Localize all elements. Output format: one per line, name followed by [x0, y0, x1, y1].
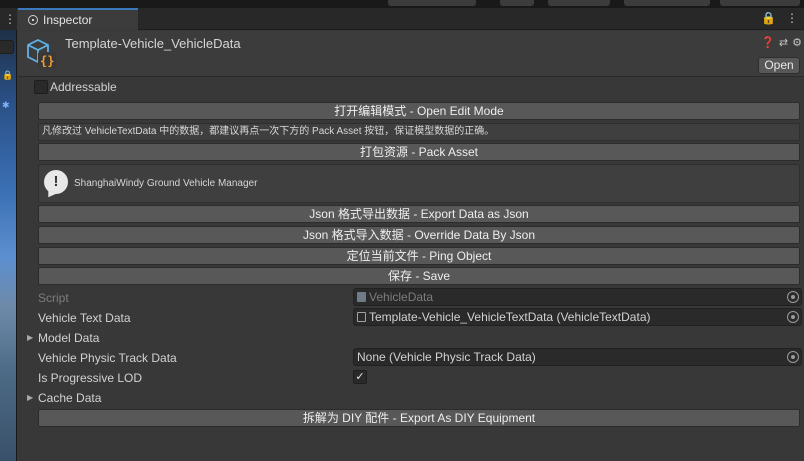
pack-asset-button[interactable]: 打包资源 - Pack Asset — [38, 143, 800, 161]
foldout-arrow-icon[interactable]: ▶ — [27, 333, 33, 342]
scene-view-edge: ⋮ 🔒 ✱ — [0, 8, 17, 461]
script-field: VehicleData — [353, 288, 802, 306]
vehicle-physic-track-field[interactable]: None (Vehicle Physic Track Data) — [353, 348, 802, 366]
override-json-button[interactable]: Json 格式导入数据 - Override Data By Json — [38, 226, 800, 244]
preset-icon[interactable]: ⇄ — [779, 36, 788, 49]
vehicle-physic-track-label: Vehicle Physic Track Data — [38, 351, 177, 365]
vehicle-text-data-field[interactable]: Template-Vehicle_VehicleTextData (Vehicl… — [353, 308, 802, 326]
tab-inspector[interactable]: Inspector — [18, 8, 138, 30]
kebab-menu-icon[interactable]: ⋮ — [4, 12, 16, 26]
is-progressive-lod-checkbox[interactable]: ✓ — [353, 370, 367, 384]
inspector-tab-bar: Inspector 🔒 ⋮ — [18, 8, 804, 30]
help-box: ! ShanghaiWindy Ground Vehicle Manager — [38, 164, 800, 203]
script-label: Script — [38, 291, 69, 305]
script-value: VehicleData — [369, 290, 434, 304]
open-button[interactable]: Open — [758, 57, 800, 74]
toolbar-button[interactable] — [720, 0, 800, 6]
toolbar-button[interactable] — [624, 0, 710, 6]
kebab-menu-icon[interactable]: ⋮ — [786, 11, 798, 25]
addressable-row: Addressable — [34, 79, 117, 95]
toolbar-button[interactable] — [388, 0, 476, 6]
lock-icon[interactable]: 🔒 — [2, 70, 13, 81]
object-picker-icon[interactable] — [787, 311, 799, 323]
foldout-arrow-icon[interactable]: ▶ — [27, 393, 33, 402]
help-text: ShanghaiWindy Ground Vehicle Manager — [74, 178, 258, 189]
svg-text:{}: {} — [40, 54, 54, 68]
object-title: Template-Vehicle_VehicleData — [65, 36, 241, 51]
info-icon — [28, 15, 38, 25]
object-picker-icon[interactable] — [787, 351, 799, 363]
scriptable-object-icon: {} — [27, 38, 56, 68]
vehicle-text-data-value: Template-Vehicle_VehicleTextData (Vehicl… — [369, 310, 651, 324]
settings-icon[interactable]: ⚙ — [792, 36, 802, 49]
search-field-edge[interactable] — [0, 40, 14, 54]
scriptable-object-icon — [357, 312, 366, 322]
is-progressive-lod-label: Is Progressive LOD — [38, 371, 143, 385]
save-button[interactable]: 保存 - Save — [38, 267, 800, 285]
editor-toolbar-strip — [0, 0, 804, 8]
tab-label: Inspector — [43, 13, 93, 27]
vehicle-text-data-label: Vehicle Text Data — [38, 311, 131, 325]
open-edit-mode-button[interactable]: 打开编辑模式 - Open Edit Mode — [38, 102, 800, 120]
export-diy-button[interactable]: 拆解为 DIY 配件 - Export As DIY Equipment — [38, 409, 800, 427]
scene-icon[interactable]: ✱ — [2, 100, 10, 111]
toolbar-button[interactable] — [548, 0, 610, 6]
toolbar-button[interactable] — [500, 0, 534, 6]
addressable-label: Addressable — [50, 80, 117, 94]
panel-tab-strip: ⋮ — [0, 8, 17, 30]
export-json-button[interactable]: Json 格式导出数据 - Export Data as Json — [38, 205, 800, 223]
addressable-checkbox[interactable] — [34, 80, 48, 94]
script-file-icon — [357, 292, 366, 302]
pack-asset-note: 凡修改过 VehicleTextData 中的数据，都建议再点一次下方的 Pac… — [38, 123, 800, 141]
model-data-label[interactable]: Model Data — [38, 331, 99, 345]
info-icon: ! — [44, 170, 68, 194]
inspector-header: {} Template-Vehicle_VehicleData ❓ ⇄ ⚙ Op… — [18, 31, 804, 77]
lock-icon[interactable]: 🔒 — [761, 11, 776, 25]
help-icon[interactable]: ❓ — [761, 36, 775, 49]
object-picker-icon — [787, 291, 799, 303]
cache-data-label[interactable]: Cache Data — [38, 391, 101, 405]
vehicle-physic-track-value: None (Vehicle Physic Track Data) — [357, 350, 536, 364]
ping-object-button[interactable]: 定位当前文件 - Ping Object — [38, 247, 800, 265]
